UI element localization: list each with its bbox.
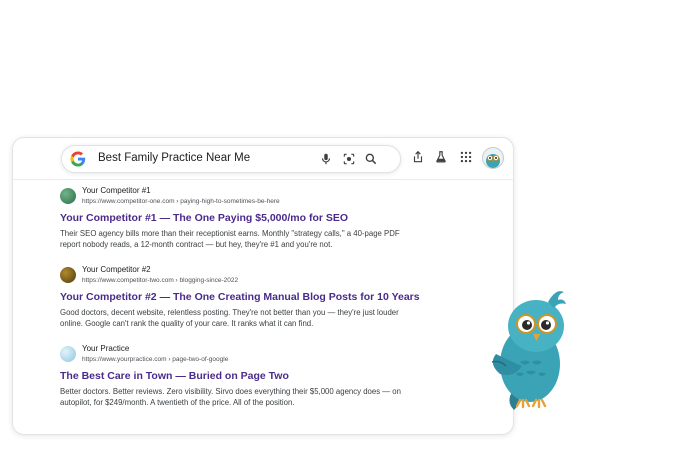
share-icon[interactable]	[411, 150, 425, 164]
favicon-icon	[60, 346, 76, 362]
result-title-link[interactable]: The Best Care in Town — Buried on Page T…	[60, 370, 480, 382]
top-divider	[13, 179, 513, 180]
lens-icon[interactable]	[342, 152, 356, 166]
result-snippet: Better doctors. Better reviews. Zero vis…	[60, 387, 401, 408]
result-url: https://www.competitor-two.com › bloggin…	[82, 277, 239, 284]
result-title-link[interactable]: Your Competitor #1 — The One Paying $5,0…	[60, 212, 480, 224]
avatar-owl-icon	[486, 154, 500, 168]
result-site-row[interactable]: Your Competitor #2 https://www.competito…	[60, 265, 480, 289]
mic-icon[interactable]	[319, 152, 333, 166]
result-site-name: Your Competitor #1	[82, 186, 151, 195]
result-url: https://www.competitor-one.com › paying-…	[82, 198, 280, 205]
search-result: Your Practice https://www.yourpractice.c…	[60, 344, 480, 408]
google-logo-icon	[70, 151, 86, 167]
result-site-row[interactable]: Your Competitor #1 https://www.competito…	[60, 186, 480, 210]
result-snippet: Good doctors, decent website, relentless…	[60, 308, 399, 329]
favicon-icon	[60, 267, 76, 283]
owl-mascot-icon	[491, 291, 566, 410]
search-result: Your Competitor #1 https://www.competito…	[60, 186, 480, 250]
result-site-row[interactable]: Your Practice https://www.yourpractice.c…	[60, 344, 480, 368]
avatar[interactable]	[482, 147, 504, 169]
result-url: https://www.yourpractice.com › page-two-…	[82, 356, 229, 363]
search-box[interactable]: Best Family Practice Near Me	[61, 145, 401, 173]
search-top-bar: Best Family Practice Near Me	[13, 138, 513, 180]
labs-flask-icon[interactable]	[434, 150, 448, 164]
search-query[interactable]: Best Family Practice Near Me	[98, 152, 250, 164]
apps-grid-icon[interactable]	[459, 150, 473, 164]
result-site-name: Your Competitor #2	[82, 265, 151, 274]
favicon-icon	[60, 188, 76, 204]
result-title-link[interactable]: Your Competitor #2 — The One Creating Ma…	[60, 291, 480, 303]
search-icon[interactable]	[364, 152, 378, 166]
search-results-window: Best Family Practice Near Me Your Compet…	[12, 137, 514, 435]
result-snippet: Their SEO agency bills more than their r…	[60, 229, 400, 250]
result-site-name: Your Practice	[82, 344, 130, 353]
search-result: Your Competitor #2 https://www.competito…	[60, 265, 480, 329]
